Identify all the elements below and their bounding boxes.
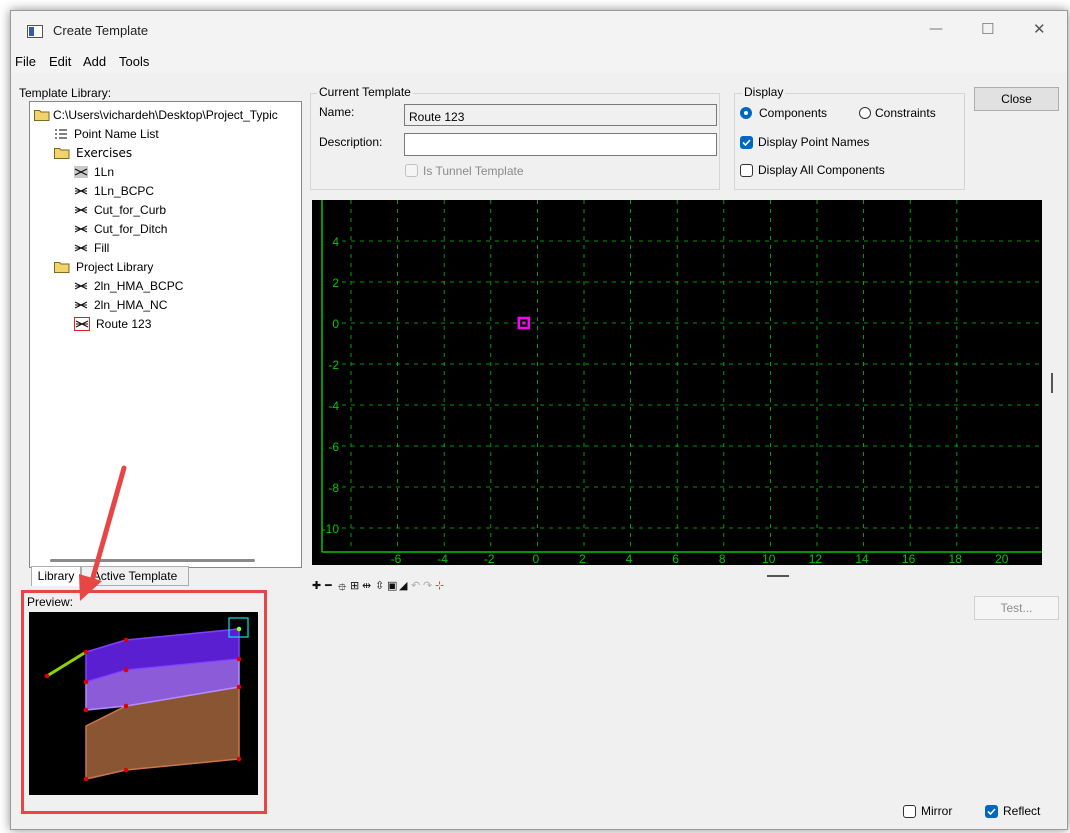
menu-file[interactable]: File	[15, 54, 36, 69]
list-icon	[55, 129, 67, 139]
undo-icon[interactable]: ↶	[411, 579, 420, 592]
menu-tools[interactable]: Tools	[119, 54, 149, 69]
x-tick-label: -2	[484, 552, 495, 565]
display-group-label: Display	[742, 85, 786, 99]
template-icon	[74, 225, 88, 233]
origin-point-dot	[522, 321, 526, 325]
close-button[interactable]: Close	[974, 87, 1059, 111]
grid-drawing: 420-2-4-6-8-10-6 -4 -2 0 2 4 6 8 10 12 14 16 18 20	[321, 200, 1042, 566]
reflect-label: Reflect	[1003, 804, 1041, 818]
y-tick-label: 0	[332, 317, 339, 331]
y-tick-label: 4	[332, 235, 339, 249]
name-field[interactable]: Route 123	[404, 104, 717, 126]
app-icon	[27, 25, 43, 38]
x-tick-label: -6	[391, 552, 402, 565]
menu-bar: File Edit Add Tools	[11, 51, 1067, 73]
x-tick-label: 12	[809, 552, 823, 565]
template-selected-icon	[74, 166, 88, 178]
x-tick-label: 8	[719, 552, 726, 565]
constraints-label: Constraints	[875, 106, 936, 120]
window-area-icon[interactable]: ⊞	[350, 579, 359, 592]
pan-horizontal-icon[interactable]: ⇹	[362, 579, 371, 592]
folder-open-icon	[54, 262, 70, 273]
tunnel-template-label: Is Tunnel Template	[423, 164, 524, 178]
minimize-button[interactable]: —	[929, 21, 943, 37]
x-tick-label: -4	[437, 552, 448, 565]
menu-add[interactable]: Add	[83, 54, 106, 69]
x-tick-label: 18	[949, 552, 963, 565]
annotation-arrow-icon	[79, 465, 127, 601]
maximize-button[interactable]: ☐	[981, 20, 994, 38]
description-field[interactable]	[404, 133, 717, 156]
display-point-names-label: Display Point Names	[758, 135, 870, 149]
view-box-icon[interactable]: ▣	[387, 579, 397, 592]
y-tick-label: -4	[328, 399, 339, 413]
reflect-checkbox[interactable]	[985, 805, 998, 818]
template-icon	[74, 244, 88, 252]
y-tick-label: -6	[328, 440, 339, 454]
checkmark-icon	[742, 139, 751, 147]
window-title: Create Template	[53, 23, 149, 38]
fit-view-icon[interactable]: ⯐	[338, 579, 346, 598]
template-icon	[74, 282, 88, 290]
folder-open-icon	[34, 110, 50, 121]
test-button[interactable]: Test...	[974, 596, 1059, 620]
current-template-group-label: Current Template	[317, 85, 413, 99]
pan-vertical-icon[interactable]: ⇳	[375, 579, 384, 592]
template-library-label: Template Library:	[19, 86, 112, 100]
mirror-label: Mirror	[921, 804, 953, 818]
display-point-names-checkbox[interactable]	[740, 136, 753, 149]
template-grid-canvas[interactable]: 4 2 0 -2 -4 -6 -8 -10 -6 -4 -2 0 2 4 6 8 10 12 14 16 18 20	[312, 200, 1042, 566]
zoom-in-icon[interactable]: ✚	[312, 579, 321, 592]
zoom-out-icon[interactable]: ━	[325, 579, 332, 592]
description-label: Description:	[319, 135, 383, 149]
tunnel-template-checkbox[interactable]	[405, 164, 418, 177]
y-tick-label: -10	[322, 522, 340, 536]
folder-open-icon	[54, 148, 70, 159]
constraints-radio[interactable]	[859, 107, 871, 119]
dynamic-origin-icon[interactable]: ⊹	[435, 579, 444, 592]
x-tick-label: 4	[626, 552, 633, 565]
components-radio[interactable]	[740, 107, 752, 119]
title-bar: Create Template — ☐ ✕	[11, 11, 1067, 51]
display-all-components-checkbox[interactable]	[740, 164, 753, 177]
annotation-highlight-box	[21, 590, 267, 814]
y-tick-label: 2	[332, 276, 339, 290]
x-tick-label: 6	[672, 552, 679, 565]
y-tick-label: -2	[328, 358, 339, 372]
horizontal-scroll-indicator[interactable]	[767, 575, 789, 577]
x-tick-label: 20	[995, 552, 1009, 565]
template-icon	[74, 301, 88, 309]
y-tick-label: -8	[328, 481, 339, 495]
components-label: Components	[759, 106, 828, 120]
template-icon	[74, 187, 88, 195]
checkmark-icon	[987, 808, 996, 816]
x-tick-label: 0	[532, 552, 539, 565]
close-window-button[interactable]: ✕	[1033, 20, 1046, 38]
name-label: Name:	[319, 105, 355, 119]
mirror-checkbox[interactable]	[903, 805, 916, 818]
vertical-scrollbar[interactable]	[1051, 373, 1053, 393]
area-icon[interactable]: ◢	[399, 579, 407, 592]
display-all-components-label: Display All Components	[758, 163, 885, 177]
x-tick-label: 16	[902, 552, 916, 565]
x-tick-label: 2	[579, 552, 586, 565]
x-tick-label: 14	[855, 552, 869, 565]
menu-edit[interactable]: Edit	[49, 54, 71, 69]
x-tick-label: 10	[762, 552, 776, 565]
template-icon	[74, 206, 88, 214]
template-active-icon	[74, 317, 90, 331]
redo-icon[interactable]: ↷	[423, 579, 432, 592]
